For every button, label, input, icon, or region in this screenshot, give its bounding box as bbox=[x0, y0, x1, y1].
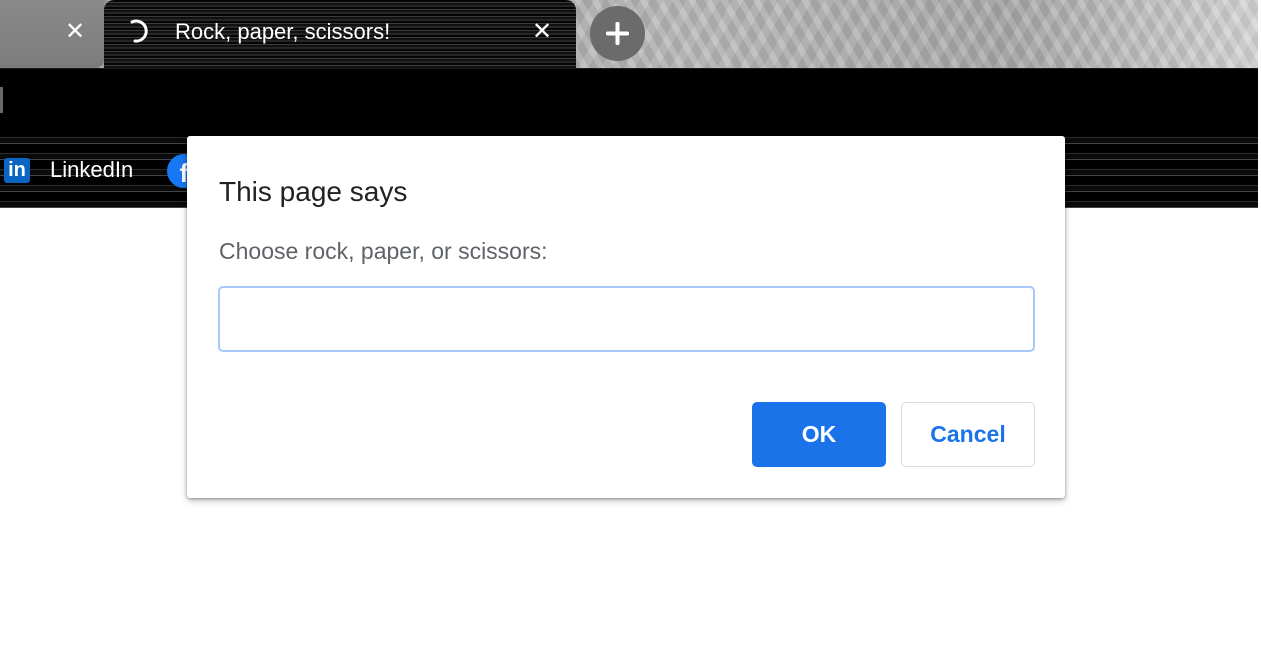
tab-strip: ✕ Rock, paper, scissors! ✕ bbox=[0, 0, 1258, 68]
linkedin-icon: in bbox=[4, 158, 30, 183]
dialog-title: This page says bbox=[219, 176, 408, 207]
browser-window: ✕ Rock, paper, scissors! ✕ in LinkedIn f… bbox=[0, 0, 1261, 668]
loading-spinner-icon bbox=[126, 16, 152, 46]
new-tab-button[interactable] bbox=[590, 6, 645, 61]
bookmark-label: LinkedIn bbox=[50, 157, 134, 182]
browser-toolbar bbox=[0, 68, 1258, 134]
prompt-input[interactable] bbox=[218, 286, 1035, 352]
tab-title: Rock, paper, scissors! bbox=[175, 19, 391, 44]
active-tab[interactable]: Rock, paper, scissors! ✕ bbox=[104, 0, 576, 68]
tab-close-icon[interactable]: ✕ bbox=[531, 20, 553, 44]
previous-tab[interactable]: ✕ bbox=[0, 0, 104, 68]
dialog-message: Choose rock, paper, or scissors: bbox=[219, 238, 548, 264]
toolbar-edge bbox=[0, 87, 3, 113]
prompt-dialog: This page says Choose rock, paper, or sc… bbox=[187, 136, 1065, 498]
plus-icon bbox=[606, 22, 629, 45]
cancel-button[interactable]: Cancel bbox=[901, 402, 1035, 467]
close-icon[interactable]: ✕ bbox=[64, 20, 86, 44]
ok-button[interactable]: OK bbox=[752, 402, 886, 467]
